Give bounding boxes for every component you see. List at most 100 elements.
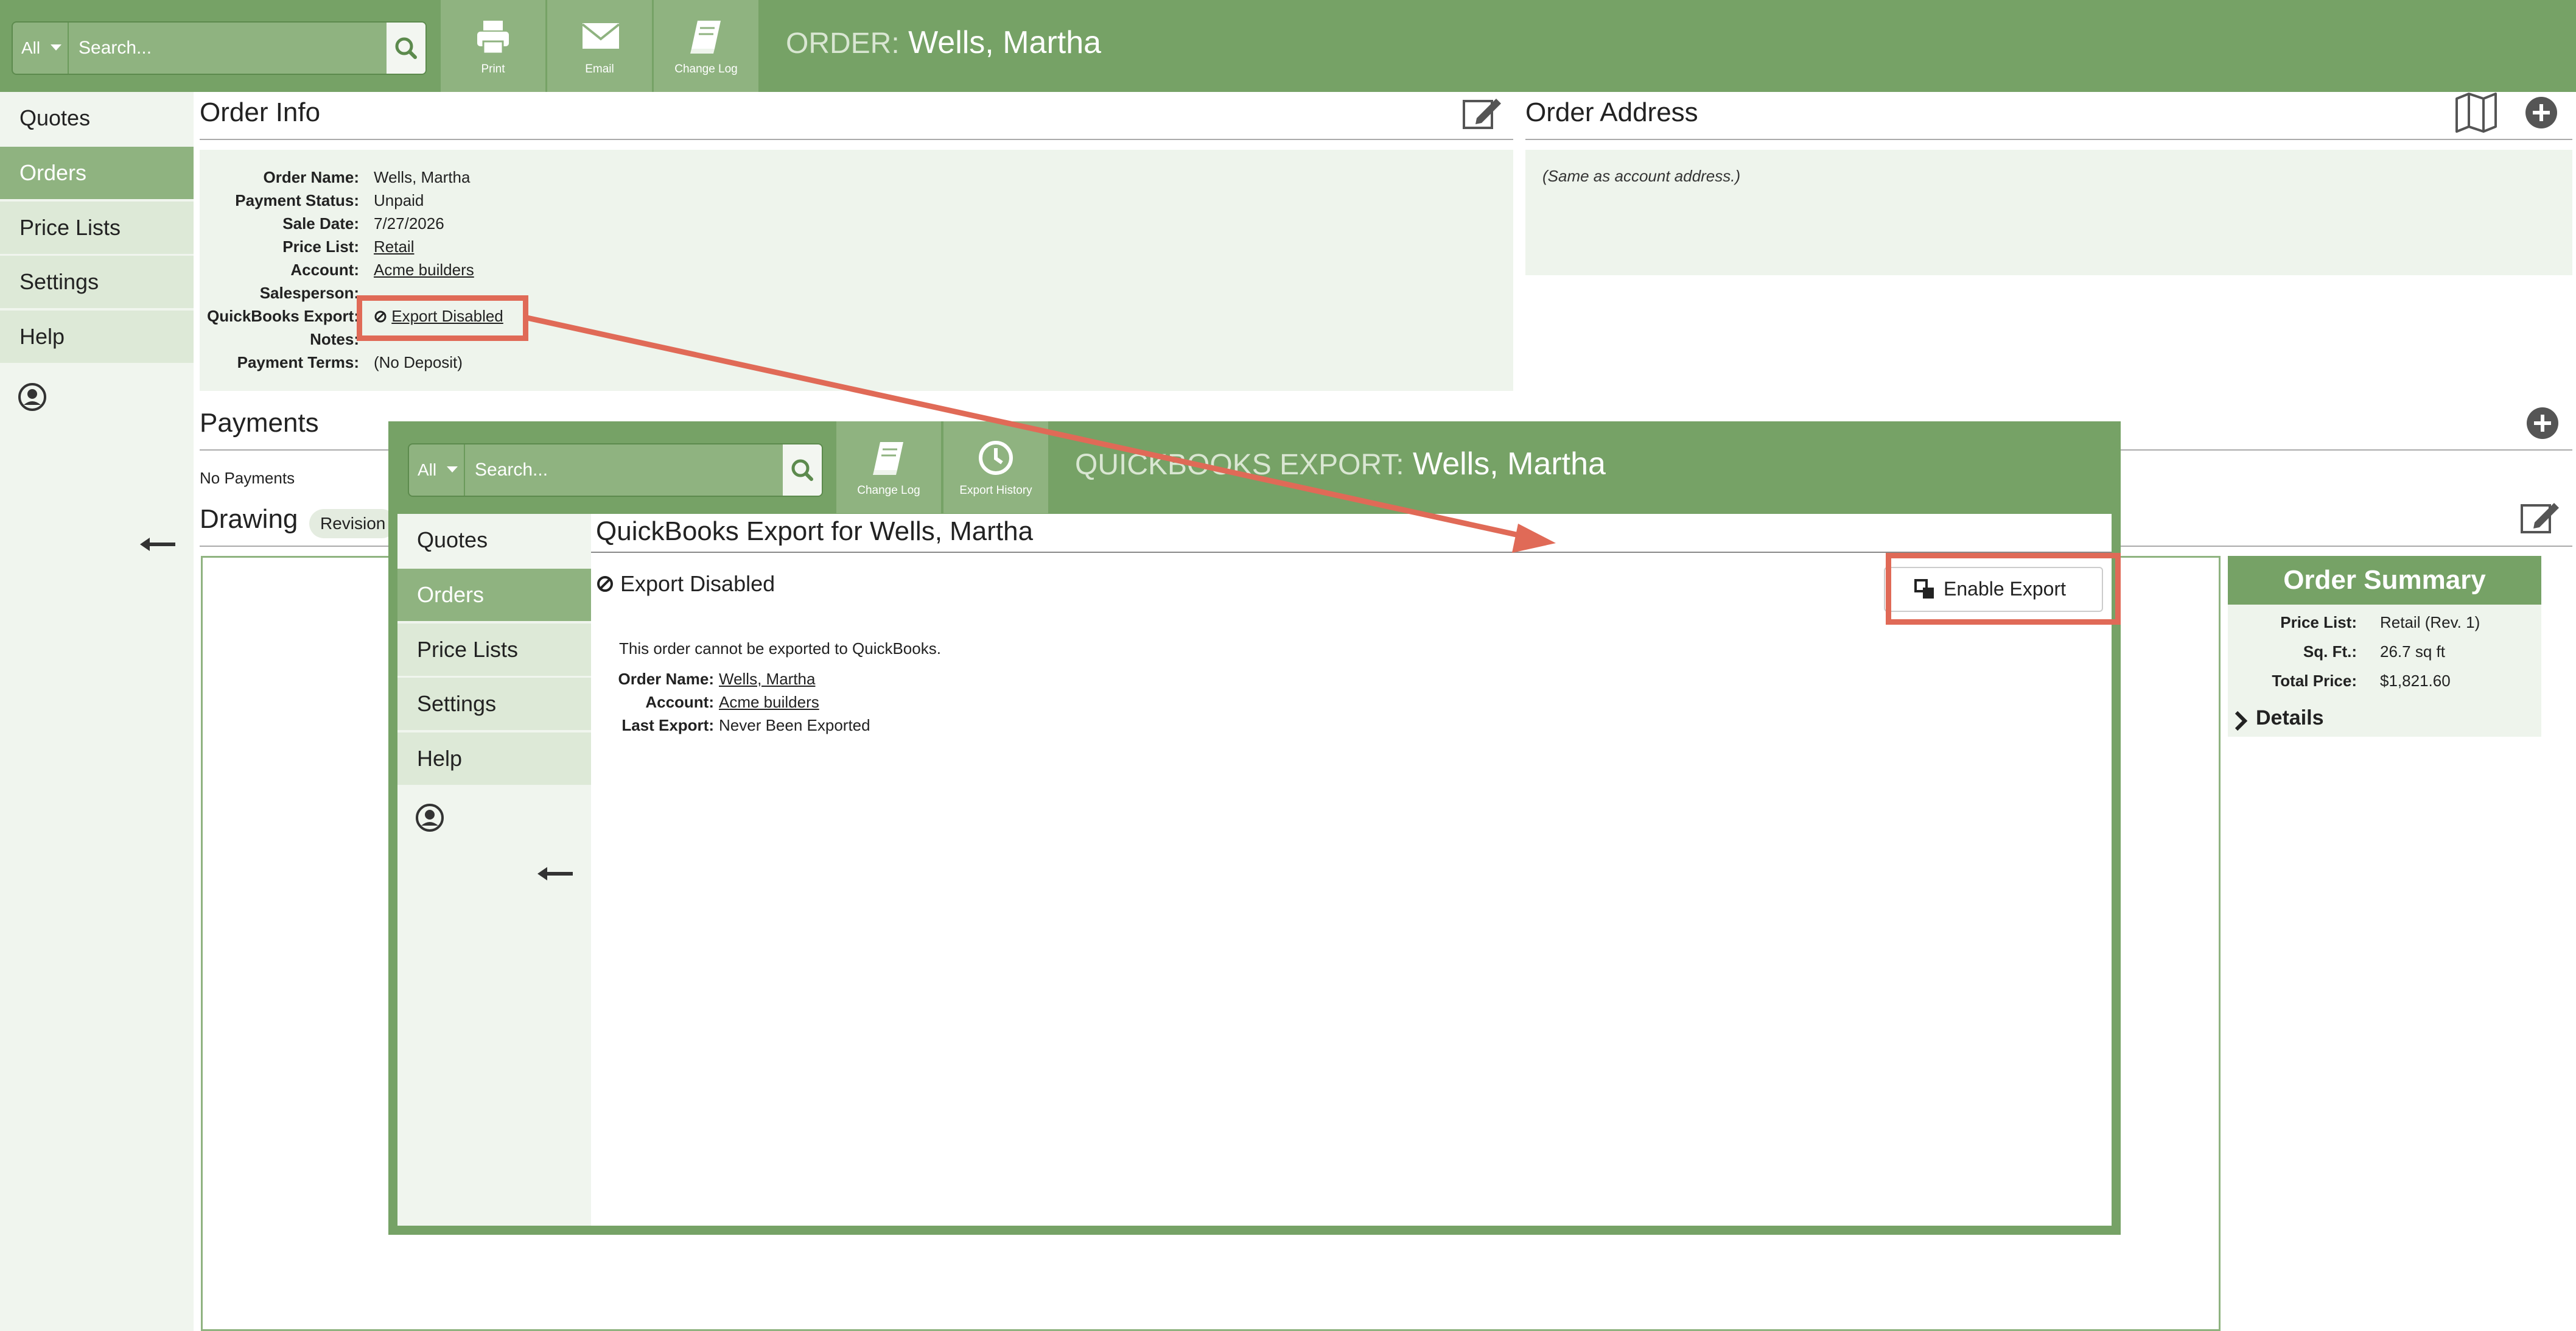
print-button[interactable]: Print — [441, 0, 545, 92]
drawing-title: Drawing — [200, 504, 298, 534]
quickbooks-export-overlay: All Change Log — [388, 421, 2121, 1235]
overlay-nav-item-help[interactable]: Help — [397, 732, 591, 785]
field-label: Salesperson: — [259, 284, 359, 302]
caret-down-icon — [51, 44, 61, 51]
highlight-enable-export — [1886, 553, 2121, 625]
field-value: Never Been Exported — [719, 716, 870, 734]
overlay-account-link[interactable]: Acme builders — [719, 693, 819, 712]
overlay-main: QuickBooks Export for Wells, Martha Expo… — [591, 514, 2112, 1226]
order-summary-panel: Price List: Retail (Rev. 1) Sq. Ft.: 26.… — [2228, 605, 2541, 737]
overlay-page-title: QUICKBOOKS EXPORT: Wells, Martha — [1075, 446, 1606, 482]
overlay-search-scope-select[interactable]: All — [409, 444, 465, 496]
map-icon[interactable] — [2454, 91, 2498, 133]
overlay-title-name: Wells, Martha — [1413, 446, 1606, 482]
order-info-title: Order Info — [200, 97, 321, 127]
collapse-arrow-icon[interactable] — [139, 535, 178, 553]
book-icon — [690, 21, 721, 54]
disabled-icon — [597, 576, 613, 592]
search-input[interactable] — [69, 23, 385, 74]
add-payment-icon[interactable] — [2526, 407, 2559, 440]
change-log-button[interactable]: Change Log — [654, 0, 758, 92]
book-icon — [873, 442, 903, 475]
address-note: (Same as account address.) — [1542, 167, 1741, 185]
overlay-search-box: All — [408, 443, 823, 497]
nav-item-help[interactable]: Help — [0, 311, 194, 363]
field-label: Order Name: — [263, 168, 360, 186]
field-label: Account: — [645, 693, 714, 711]
edit-drawing-icon[interactable] — [2520, 499, 2560, 535]
search-box: All — [12, 21, 427, 75]
page-title: ORDER: Wells, Martha — [786, 24, 1101, 61]
export-status-label: Export Disabled — [620, 571, 775, 596]
envelope-icon — [581, 23, 620, 49]
order-info-rule — [200, 139, 1513, 140]
order-summary-title: Order Summary — [2228, 556, 2541, 605]
overlay-change-log-button[interactable]: Change Log — [836, 421, 941, 513]
no-payments-text: No Payments — [200, 469, 295, 487]
overlay-heading-rule — [591, 552, 2112, 553]
overlay-nav-item-quotes[interactable]: Quotes — [397, 514, 591, 566]
search-scope-select[interactable]: All — [13, 23, 69, 74]
nav-item-settings[interactable]: Settings — [0, 256, 194, 308]
overlay-search-input[interactable] — [465, 444, 782, 496]
overlay-left-nav: Quotes Orders Price Lists Settings Help — [397, 514, 591, 1226]
field-value: (No Deposit) — [374, 353, 463, 371]
overlay-nav-item-settings[interactable]: Settings — [397, 678, 591, 730]
clock-icon — [979, 441, 1013, 475]
search-icon — [791, 459, 813, 481]
page-title-name: Wells, Martha — [908, 25, 1102, 60]
top-bar: All Print Email C — [0, 0, 2576, 92]
caret-down-icon — [447, 466, 458, 472]
order-address-title: Order Address — [1525, 97, 1698, 127]
field-label: Sale Date: — [282, 214, 359, 233]
summary-value: $1,821.60 — [2380, 672, 2451, 690]
overlay-order-name-link[interactable]: Wells, Martha — [719, 670, 815, 689]
export-status: Export Disabled — [596, 571, 775, 597]
overlay-search-button[interactable] — [783, 444, 822, 496]
add-address-icon[interactable] — [2525, 96, 2558, 129]
field-label: Payment Terms: — [237, 353, 359, 371]
field-label: Payment Status: — [235, 191, 359, 209]
email-button[interactable]: Email — [547, 0, 652, 92]
summary-label: Sq. Ft.: — [2303, 642, 2357, 661]
details-label: Details — [2256, 706, 2324, 729]
field-label: QuickBooks Export: — [207, 307, 359, 325]
search-button[interactable] — [387, 23, 425, 74]
nav-item-price-lists[interactable]: Price Lists — [0, 202, 194, 254]
field-label: Notes: — [310, 330, 359, 348]
summary-value: Retail (Rev. 1) — [2380, 613, 2480, 631]
overlay-title-prefix: QUICKBOOKS EXPORT: — [1075, 449, 1404, 481]
overlay-nav-item-price-lists[interactable]: Price Lists — [397, 623, 591, 676]
page-title-prefix: ORDER: — [786, 27, 900, 60]
search-scope-label: All — [21, 38, 41, 57]
overlay-collapse-arrow-icon[interactable] — [536, 865, 575, 883]
field-value: Wells, Martha — [374, 168, 471, 186]
overlay-heading: QuickBooks Export for Wells, Martha — [596, 516, 1034, 546]
overlay-top-bar: All Change Log — [388, 421, 2121, 514]
printer-icon — [477, 21, 509, 55]
summary-value: 26.7 sq ft — [2380, 642, 2445, 661]
revision-select[interactable]: Revision — [309, 509, 397, 538]
export-history-button[interactable]: Export History — [943, 421, 1048, 513]
field-label: Price List: — [282, 237, 359, 256]
highlight-export-disabled — [357, 295, 528, 341]
nav-item-orders[interactable]: Orders — [0, 147, 194, 199]
field-label: Order Name: — [618, 670, 715, 688]
field-label: Last Export: — [621, 716, 714, 734]
nav-item-quotes[interactable]: Quotes — [0, 92, 194, 144]
export-history-label: Export History — [959, 484, 1032, 497]
overlay-nav-item-orders[interactable]: Orders — [397, 569, 591, 621]
price-list-link[interactable]: Retail — [374, 237, 414, 256]
user-avatar-icon[interactable] — [17, 382, 47, 412]
account-link[interactable]: Acme builders — [374, 261, 474, 279]
change-log-label: Change Log — [674, 63, 738, 76]
edit-icon[interactable] — [1462, 95, 1502, 130]
chevron-right-icon — [2235, 711, 2248, 731]
overlay-user-avatar-icon[interactable] — [415, 802, 445, 833]
details-toggle[interactable]: Details — [2228, 705, 2541, 737]
left-nav: Quotes Orders Price Lists Settings Help — [0, 92, 194, 1331]
field-value: 7/27/2026 — [374, 214, 444, 233]
email-label: Email — [585, 63, 614, 76]
payments-title: Payments — [200, 408, 319, 438]
field-label: Account: — [290, 261, 359, 279]
